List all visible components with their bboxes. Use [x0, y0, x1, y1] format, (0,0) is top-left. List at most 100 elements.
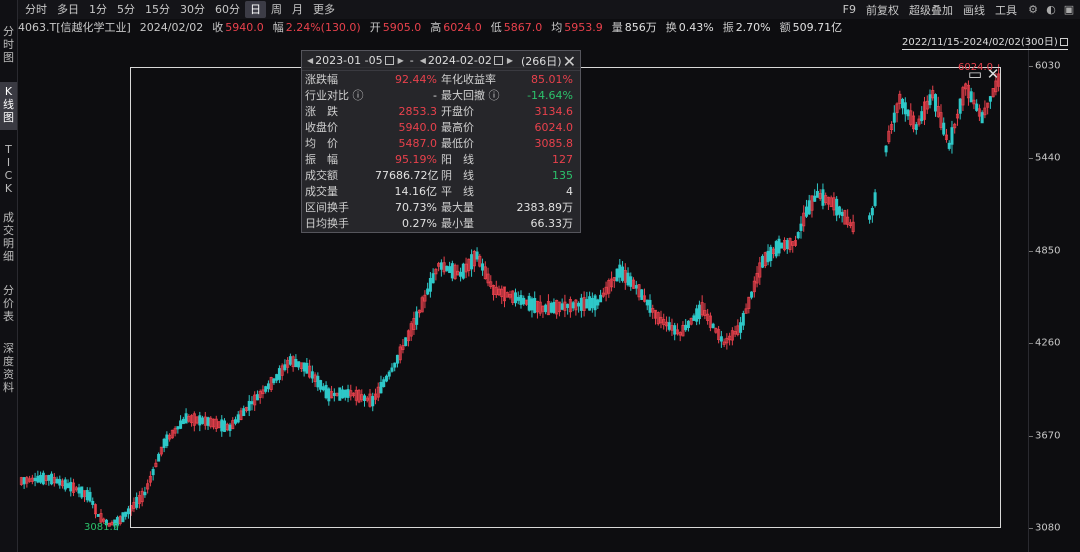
side-tab-char: 度 [3, 355, 14, 368]
stat-label: 平 线 [441, 185, 474, 198]
start-prev-arrow-icon[interactable]: ◀ [305, 56, 315, 65]
side-tab-fenshi[interactable]: 分时图 [0, 22, 17, 70]
stat-value: -14.64% [527, 89, 573, 102]
period-button[interactable]: 5分 [112, 1, 140, 18]
side-tab-depth[interactable]: 深度资料 [0, 339, 17, 399]
side-tab-kline[interactable]: K线图 [0, 82, 17, 130]
candle-body[interactable] [50, 473, 54, 485]
side-tab-price-table[interactable]: 分价表 [0, 281, 17, 329]
period-button[interactable]: 15分 [140, 1, 175, 18]
side-tab-char: K [4, 182, 13, 195]
side-tab-char: 交 [3, 224, 14, 237]
stat-value: 77686.72亿 [375, 169, 439, 182]
candle-body[interactable] [124, 511, 128, 517]
candle-body[interactable] [36, 475, 40, 483]
palette-icon[interactable]: ◐ [1044, 3, 1058, 17]
low-value: 5867.0 [503, 20, 543, 34]
stat-value: - [433, 89, 437, 102]
toolbar-action-button[interactable]: 画线 [958, 2, 990, 18]
candle-body[interactable] [47, 474, 51, 481]
candle-body[interactable] [22, 477, 26, 485]
price-tick-label: 4260 [1035, 337, 1061, 349]
period-button[interactable]: 1分 [84, 1, 112, 18]
price-tick-label: 4850 [1035, 245, 1061, 257]
stat-label: 成交额 [305, 169, 338, 182]
candle-body[interactable] [88, 491, 92, 502]
end-date-field[interactable]: 2024-02-02 [428, 54, 492, 67]
period-button[interactable]: 更多 [308, 1, 340, 18]
stat-label: 收盘价 [305, 121, 338, 134]
candle-body[interactable] [63, 479, 67, 490]
side-tab-char: K [4, 85, 13, 98]
side-tab-trade-detail[interactable]: 成交明细 [0, 208, 17, 272]
end-calendar-icon[interactable] [493, 56, 503, 65]
period-button[interactable]: 周 [266, 1, 287, 18]
end-prev-arrow-icon[interactable]: ◀ [418, 56, 428, 65]
period-button[interactable]: 日 [245, 1, 266, 18]
side-tab-char: 细 [3, 250, 14, 263]
stat-label: 涨跌幅 [305, 73, 338, 86]
symbol-name[interactable]: 4063.T[信越化学工业] [18, 19, 131, 35]
change-value: 2.24%(130.0) [285, 20, 361, 34]
candle-body[interactable] [96, 514, 100, 517]
candle-body[interactable] [80, 486, 84, 498]
period-button[interactable]: 月 [287, 1, 308, 18]
interval-high-mark: 6024.0 [958, 62, 993, 73]
side-tab-char: 时 [3, 38, 14, 51]
visible-range-label[interactable]: 2022/11/15-2024/02/02(300日) [902, 37, 1068, 50]
stat-value: 127 [552, 153, 573, 166]
close-label: 收 [212, 21, 224, 34]
side-tab-char: 表 [3, 310, 14, 323]
toolbar-action-button[interactable]: 超级叠加 [904, 2, 958, 18]
period-button[interactable]: 分时 [20, 1, 52, 18]
settings-icon[interactable]: ⚙ [1026, 3, 1040, 17]
avg-value: 5953.9 [564, 20, 603, 34]
candle-body[interactable] [39, 475, 43, 483]
candle-body[interactable] [41, 472, 45, 485]
start-date-field[interactable]: 2023-01 -05 [315, 54, 382, 67]
toolbar-action-button[interactable]: 工具 [990, 2, 1022, 18]
start-calendar-icon[interactable] [384, 56, 394, 65]
candle-body[interactable] [33, 477, 37, 482]
candle-body[interactable] [66, 483, 70, 488]
side-tab-tick[interactable]: TICK [0, 140, 17, 200]
price-tick-label: 5440 [1035, 152, 1061, 164]
wp-icon[interactable]: ▣ [1062, 3, 1076, 17]
stat-value: 95.19% [395, 153, 437, 166]
price-tick-mark [1029, 528, 1033, 529]
stat-label: 最低价 [441, 137, 474, 150]
candle-body[interactable] [121, 512, 125, 523]
start-next-arrow-icon[interactable]: ▶ [396, 56, 406, 65]
candle-body[interactable] [85, 490, 89, 501]
volume-value: 856万 [624, 21, 657, 34]
end-next-arrow-icon[interactable]: ▶ [505, 56, 515, 65]
candle-body[interactable] [91, 500, 95, 505]
stat-label: 最大量 [441, 201, 474, 214]
side-tab-char: 料 [3, 381, 14, 394]
stat-label: 最大回撤 ⓘ [441, 89, 500, 102]
stat-value: 0.27% [402, 217, 437, 230]
stat-label: 均 价 [305, 137, 338, 150]
period-button[interactable]: 30分 [175, 1, 210, 18]
close-stats-icon[interactable]: ✕ [563, 52, 576, 71]
toolbar-action-button[interactable]: 前复权 [861, 2, 904, 18]
stat-label: 涨 跌 [305, 105, 338, 118]
volume-label: 量 [611, 21, 623, 34]
stat-value: 66.33万 [530, 217, 574, 230]
stat-value: 5940.0 [398, 121, 438, 134]
open-label: 开 [369, 21, 381, 34]
toolbar-action-button[interactable]: F9 [838, 3, 861, 16]
period-button[interactable]: 多日 [52, 1, 84, 18]
stat-label: 最高价 [441, 121, 474, 134]
candle-body[interactable] [77, 487, 81, 494]
stat-value: 3085.8 [534, 137, 574, 150]
candle-body[interactable] [55, 478, 59, 484]
interval-stats-panel: ◀ 2023-01 -05 ▶ - ◀ 2024-02-02 ▶ (266日) … [301, 50, 581, 233]
date-separator: - [409, 54, 414, 67]
period-button[interactable]: 60分 [210, 1, 245, 18]
stat-label: 区间换手 [305, 201, 349, 214]
candle-body[interactable] [69, 481, 73, 492]
candle-body[interactable] [58, 479, 62, 486]
price-tick-mark [1029, 158, 1033, 160]
side-tab-char: 价 [3, 297, 14, 310]
